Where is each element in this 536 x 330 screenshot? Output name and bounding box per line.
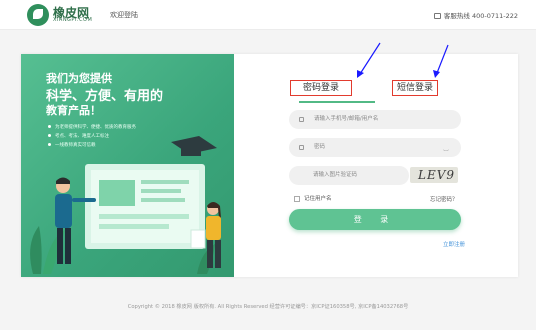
account-input[interactable]: 请输入手机号/邮箱/用户名 — [289, 110, 461, 129]
register-link[interactable]: 立即注册 — [443, 240, 465, 248]
login-button[interactable]: 登 录 — [289, 209, 461, 230]
forgot-password-link[interactable]: 忘记密码？ — [430, 195, 458, 203]
user-icon — [299, 117, 304, 122]
promo-heading-1: 我们为您提供 — [46, 72, 112, 85]
promo-heading-3: 教育产品！ — [46, 104, 101, 117]
lock-icon — [299, 145, 304, 150]
top-header: 橡皮网 XIANGPI.COM 欢迎登陆 客服热线 400-0711-222 — [0, 0, 536, 30]
site-logo[interactable]: 橡皮网 XIANGPI.COM — [27, 3, 97, 27]
captcha-text: LEV9 — [418, 168, 456, 182]
footer-copyright: Copyright © 2018 橡皮网 版权所有. All Rights Re… — [127, 304, 409, 310]
promo-banner: 我们为您提供 科学、方便、有用的 教育产品！ 为老师提供科学、便捷、优质的教育服… — [21, 54, 234, 277]
remember-label: 记住用户名 — [304, 196, 332, 202]
promo-bullet: 为老师提供科学、便捷、优质的教育服务 — [48, 124, 136, 130]
captcha-placeholder: 请输入图片验证码 — [313, 172, 358, 178]
logo-domain: XIANGPI.COM — [53, 17, 93, 23]
tab-sms-login[interactable]: 短信登录 — [392, 80, 438, 96]
hotline-text: 客服热线 400-0711-222 — [443, 12, 518, 20]
captcha-image[interactable]: LEV9 — [410, 167, 458, 183]
captcha-input[interactable]: 请输入图片验证码 — [289, 166, 409, 185]
eye-toggle-icon[interactable]: ︶ — [443, 144, 449, 163]
hotline: 客服热线 400-0711-222 — [433, 10, 518, 20]
education-illustration — [30, 136, 221, 274]
password-input[interactable]: 密码 ︶ — [289, 138, 461, 157]
active-tab-indicator — [299, 101, 375, 103]
phone-icon — [433, 13, 441, 19]
leaf-logo-icon — [27, 4, 49, 26]
tab-password-login[interactable]: 密码登录 — [290, 80, 352, 96]
password-placeholder: 密码 — [314, 144, 326, 150]
remember-username[interactable]: 记住用户名 — [294, 194, 332, 202]
account-placeholder: 请输入手机号/邮箱/用户名 — [314, 116, 379, 122]
welcome-text: 欢迎登陆 — [110, 11, 138, 19]
remember-checkbox[interactable] — [294, 195, 300, 202]
